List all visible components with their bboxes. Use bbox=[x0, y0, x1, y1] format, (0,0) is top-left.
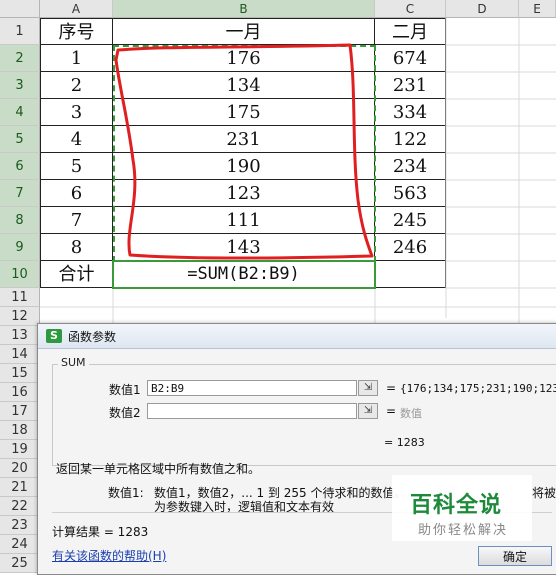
function-help-link[interactable]: 有关该函数的帮助(H) bbox=[52, 547, 166, 564]
arg1-equals: = bbox=[386, 381, 397, 395]
arg1-result: {176;134;175;231;190;123;1 bbox=[400, 382, 556, 395]
arg2-equals: = bbox=[386, 404, 397, 418]
row-header-18[interactable]: 18 bbox=[0, 421, 40, 440]
watermark-title: 百科全说 bbox=[410, 493, 503, 518]
row-header-19[interactable]: 19 bbox=[0, 440, 40, 459]
row-header-25[interactable]: 25 bbox=[0, 554, 40, 573]
function-name-label: SUM bbox=[58, 356, 89, 369]
formula-result: = 1283 bbox=[384, 436, 425, 449]
row-header-14[interactable]: 14 bbox=[0, 345, 40, 364]
dialog-titlebar[interactable]: S 函数参数 bbox=[38, 324, 556, 349]
arg2-input[interactable] bbox=[147, 403, 357, 419]
watermark-subtitle: 助你轻松解决 bbox=[418, 523, 509, 538]
function-description: 返回某一单元格区域中所有数值之和。 bbox=[56, 462, 261, 476]
row-header-22[interactable]: 22 bbox=[0, 497, 40, 516]
ok-button[interactable]: 确定 bbox=[478, 546, 552, 566]
dialog-title: 函数参数 bbox=[68, 329, 117, 344]
wps-spreadsheet-icon: S bbox=[46, 329, 62, 343]
arg1-range-picker-icon[interactable]: ⇲ bbox=[358, 380, 378, 396]
arg1-input[interactable]: B2:B9 bbox=[147, 380, 357, 396]
row-header-15[interactable]: 15 bbox=[0, 364, 40, 383]
row-header-20[interactable]: 20 bbox=[0, 459, 40, 478]
arg1-label: 数值1 bbox=[109, 383, 141, 397]
row-header-17[interactable]: 17 bbox=[0, 402, 40, 421]
watermark-logo: 百科全说 助你轻松解决 bbox=[392, 475, 532, 541]
row-header-21[interactable]: 21 bbox=[0, 478, 40, 497]
red-annotation-outline bbox=[114, 43, 374, 260]
arg2-range-picker-icon[interactable]: ⇲ bbox=[358, 403, 378, 419]
arg2-result: 数值 bbox=[400, 407, 422, 420]
row-header-23[interactable]: 23 bbox=[0, 516, 40, 535]
row-header-24[interactable]: 24 bbox=[0, 535, 40, 554]
arg2-label: 数值2 bbox=[109, 406, 141, 420]
row-header-16[interactable]: 16 bbox=[0, 383, 40, 402]
row-header-12[interactable]: 12 bbox=[0, 307, 40, 326]
param-description-continued: 将被 bbox=[532, 486, 556, 500]
param-name: 数值1: bbox=[108, 486, 144, 500]
calculation-result: 计算结果 = 1283 bbox=[52, 525, 149, 539]
row-header-13[interactable]: 13 bbox=[0, 326, 40, 345]
